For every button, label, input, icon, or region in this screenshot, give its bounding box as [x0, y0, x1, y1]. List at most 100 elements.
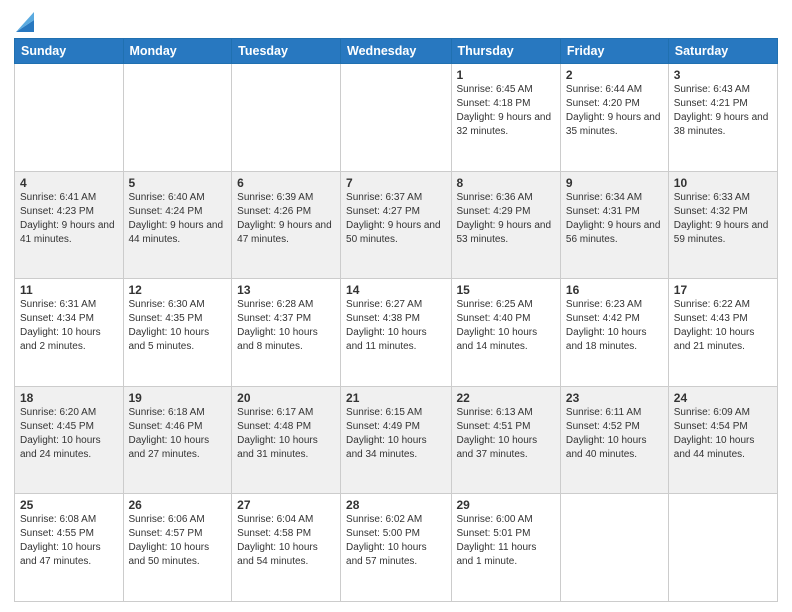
day-info: Sunrise: 6:45 AMSunset: 4:18 PMDaylight:… — [457, 83, 555, 139]
day-number: 15 — [457, 283, 555, 297]
day-number: 16 — [566, 283, 663, 297]
day-header-thursday: Thursday — [451, 39, 560, 64]
day-number: 7 — [346, 176, 445, 190]
calendar-cell: 9Sunrise: 6:34 AMSunset: 4:31 PMDaylight… — [560, 171, 668, 279]
day-info: Sunrise: 6:27 AMSunset: 4:38 PMDaylight:… — [346, 298, 445, 354]
day-number: 29 — [457, 498, 555, 512]
calendar-cell: 11Sunrise: 6:31 AMSunset: 4:34 PMDayligh… — [15, 279, 124, 387]
day-info: Sunrise: 6:04 AMSunset: 4:58 PMDaylight:… — [237, 513, 335, 569]
day-info: Sunrise: 6:13 AMSunset: 4:51 PMDaylight:… — [457, 406, 555, 462]
day-info: Sunrise: 6:23 AMSunset: 4:42 PMDaylight:… — [566, 298, 663, 354]
day-info: Sunrise: 6:18 AMSunset: 4:46 PMDaylight:… — [129, 406, 227, 462]
calendar-cell: 4Sunrise: 6:41 AMSunset: 4:23 PMDaylight… — [15, 171, 124, 279]
calendar-cell — [560, 494, 668, 602]
day-info: Sunrise: 6:11 AMSunset: 4:52 PMDaylight:… — [566, 406, 663, 462]
calendar-cell: 6Sunrise: 6:39 AMSunset: 4:26 PMDaylight… — [232, 171, 341, 279]
day-info: Sunrise: 6:28 AMSunset: 4:37 PMDaylight:… — [237, 298, 335, 354]
calendar-cell: 21Sunrise: 6:15 AMSunset: 4:49 PMDayligh… — [341, 386, 451, 494]
day-number: 19 — [129, 391, 227, 405]
calendar-cell: 19Sunrise: 6:18 AMSunset: 4:46 PMDayligh… — [123, 386, 232, 494]
day-header-monday: Monday — [123, 39, 232, 64]
calendar-cell: 1Sunrise: 6:45 AMSunset: 4:18 PMDaylight… — [451, 64, 560, 172]
calendar-cell: 27Sunrise: 6:04 AMSunset: 4:58 PMDayligh… — [232, 494, 341, 602]
day-number: 14 — [346, 283, 445, 297]
calendar-cell: 16Sunrise: 6:23 AMSunset: 4:42 PMDayligh… — [560, 279, 668, 387]
day-number: 28 — [346, 498, 445, 512]
calendar-cell: 5Sunrise: 6:40 AMSunset: 4:24 PMDaylight… — [123, 171, 232, 279]
day-info: Sunrise: 6:40 AMSunset: 4:24 PMDaylight:… — [129, 191, 227, 247]
day-info: Sunrise: 6:30 AMSunset: 4:35 PMDaylight:… — [129, 298, 227, 354]
calendar-cell: 22Sunrise: 6:13 AMSunset: 4:51 PMDayligh… — [451, 386, 560, 494]
week-row-0: 1Sunrise: 6:45 AMSunset: 4:18 PMDaylight… — [15, 64, 778, 172]
calendar-cell: 8Sunrise: 6:36 AMSunset: 4:29 PMDaylight… — [451, 171, 560, 279]
day-header-wednesday: Wednesday — [341, 39, 451, 64]
calendar-cell — [668, 494, 777, 602]
calendar-cell: 10Sunrise: 6:33 AMSunset: 4:32 PMDayligh… — [668, 171, 777, 279]
day-info: Sunrise: 6:15 AMSunset: 4:49 PMDaylight:… — [346, 406, 445, 462]
day-header-friday: Friday — [560, 39, 668, 64]
day-number: 10 — [674, 176, 772, 190]
day-number: 23 — [566, 391, 663, 405]
calendar-cell: 3Sunrise: 6:43 AMSunset: 4:21 PMDaylight… — [668, 64, 777, 172]
day-number: 26 — [129, 498, 227, 512]
calendar-cell: 29Sunrise: 6:00 AMSunset: 5:01 PMDayligh… — [451, 494, 560, 602]
day-info: Sunrise: 6:36 AMSunset: 4:29 PMDaylight:… — [457, 191, 555, 247]
day-number: 22 — [457, 391, 555, 405]
day-info: Sunrise: 6:08 AMSunset: 4:55 PMDaylight:… — [20, 513, 118, 569]
calendar-table: SundayMondayTuesdayWednesdayThursdayFrid… — [14, 38, 778, 602]
day-number: 17 — [674, 283, 772, 297]
calendar-cell — [15, 64, 124, 172]
calendar-cell — [341, 64, 451, 172]
day-number: 3 — [674, 68, 772, 82]
logo — [14, 14, 34, 32]
day-header-sunday: Sunday — [15, 39, 124, 64]
day-header-tuesday: Tuesday — [232, 39, 341, 64]
week-row-2: 11Sunrise: 6:31 AMSunset: 4:34 PMDayligh… — [15, 279, 778, 387]
calendar-cell: 13Sunrise: 6:28 AMSunset: 4:37 PMDayligh… — [232, 279, 341, 387]
calendar-cell: 25Sunrise: 6:08 AMSunset: 4:55 PMDayligh… — [15, 494, 124, 602]
day-info: Sunrise: 6:06 AMSunset: 4:57 PMDaylight:… — [129, 513, 227, 569]
header — [14, 10, 778, 32]
day-number: 25 — [20, 498, 118, 512]
calendar-cell: 14Sunrise: 6:27 AMSunset: 4:38 PMDayligh… — [341, 279, 451, 387]
day-info: Sunrise: 6:39 AMSunset: 4:26 PMDaylight:… — [237, 191, 335, 247]
calendar-cell: 18Sunrise: 6:20 AMSunset: 4:45 PMDayligh… — [15, 386, 124, 494]
day-info: Sunrise: 6:37 AMSunset: 4:27 PMDaylight:… — [346, 191, 445, 247]
calendar-cell: 2Sunrise: 6:44 AMSunset: 4:20 PMDaylight… — [560, 64, 668, 172]
day-info: Sunrise: 6:25 AMSunset: 4:40 PMDaylight:… — [457, 298, 555, 354]
day-info: Sunrise: 6:33 AMSunset: 4:32 PMDaylight:… — [674, 191, 772, 247]
day-number: 21 — [346, 391, 445, 405]
day-number: 1 — [457, 68, 555, 82]
day-number: 20 — [237, 391, 335, 405]
day-number: 2 — [566, 68, 663, 82]
day-info: Sunrise: 6:43 AMSunset: 4:21 PMDaylight:… — [674, 83, 772, 139]
calendar-cell: 24Sunrise: 6:09 AMSunset: 4:54 PMDayligh… — [668, 386, 777, 494]
calendar-cell: 17Sunrise: 6:22 AMSunset: 4:43 PMDayligh… — [668, 279, 777, 387]
calendar-cell: 15Sunrise: 6:25 AMSunset: 4:40 PMDayligh… — [451, 279, 560, 387]
day-number: 27 — [237, 498, 335, 512]
day-info: Sunrise: 6:17 AMSunset: 4:48 PMDaylight:… — [237, 406, 335, 462]
day-number: 5 — [129, 176, 227, 190]
day-number: 9 — [566, 176, 663, 190]
day-info: Sunrise: 6:09 AMSunset: 4:54 PMDaylight:… — [674, 406, 772, 462]
calendar-cell — [232, 64, 341, 172]
day-info: Sunrise: 6:20 AMSunset: 4:45 PMDaylight:… — [20, 406, 118, 462]
day-info: Sunrise: 6:41 AMSunset: 4:23 PMDaylight:… — [20, 191, 118, 247]
week-row-3: 18Sunrise: 6:20 AMSunset: 4:45 PMDayligh… — [15, 386, 778, 494]
day-number: 13 — [237, 283, 335, 297]
calendar-cell: 28Sunrise: 6:02 AMSunset: 5:00 PMDayligh… — [341, 494, 451, 602]
day-info: Sunrise: 6:34 AMSunset: 4:31 PMDaylight:… — [566, 191, 663, 247]
week-row-4: 25Sunrise: 6:08 AMSunset: 4:55 PMDayligh… — [15, 494, 778, 602]
day-number: 11 — [20, 283, 118, 297]
day-info: Sunrise: 6:31 AMSunset: 4:34 PMDaylight:… — [20, 298, 118, 354]
calendar-cell: 7Sunrise: 6:37 AMSunset: 4:27 PMDaylight… — [341, 171, 451, 279]
calendar-cell: 23Sunrise: 6:11 AMSunset: 4:52 PMDayligh… — [560, 386, 668, 494]
page: SundayMondayTuesdayWednesdayThursdayFrid… — [0, 0, 792, 612]
day-number: 24 — [674, 391, 772, 405]
header-row: SundayMondayTuesdayWednesdayThursdayFrid… — [15, 39, 778, 64]
day-number: 8 — [457, 176, 555, 190]
day-info: Sunrise: 6:22 AMSunset: 4:43 PMDaylight:… — [674, 298, 772, 354]
day-number: 18 — [20, 391, 118, 405]
day-info: Sunrise: 6:44 AMSunset: 4:20 PMDaylight:… — [566, 83, 663, 139]
week-row-1: 4Sunrise: 6:41 AMSunset: 4:23 PMDaylight… — [15, 171, 778, 279]
